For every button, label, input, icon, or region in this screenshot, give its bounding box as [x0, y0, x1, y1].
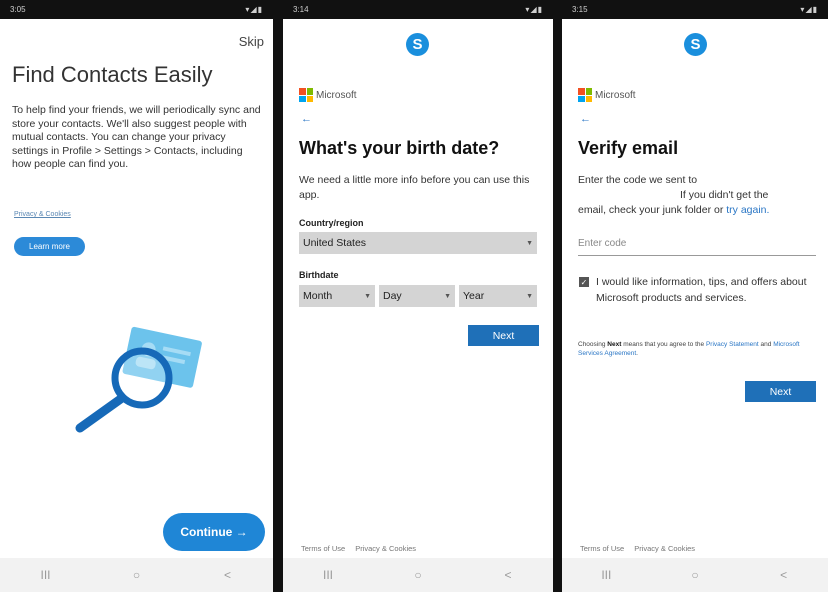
year-value: Year: [463, 290, 485, 302]
marketing-checkbox-label: I would like information, tips, and offe…: [596, 276, 807, 304]
note-end: .: [636, 350, 638, 357]
description-text: To help find your friends, we will perio…: [12, 104, 261, 170]
microsoft-logo-icon: [578, 88, 592, 102]
dropdown-caret-icon: ▼: [526, 239, 533, 247]
android-nav-bar: III ○ <: [0, 558, 273, 592]
recent-apps-button[interactable]: III: [308, 568, 348, 582]
terms-link[interactable]: Terms of Use: [580, 544, 624, 553]
next-button[interactable]: Next: [745, 381, 816, 402]
back-arrow-icon[interactable]: ←: [301, 113, 312, 125]
privacy-statement-link[interactable]: Privacy Statement: [706, 341, 759, 348]
instruction-line-3: email, check your junk folder or try aga…: [578, 203, 818, 218]
status-icons: ▾◢▮: [525, 5, 543, 14]
android-nav-bar: III ○ <: [283, 558, 553, 592]
page-title: What's your birth date?: [299, 138, 500, 158]
recent-apps-button[interactable]: III: [586, 568, 626, 582]
try-again-link[interactable]: try again.: [726, 204, 769, 216]
month-value: Month: [303, 290, 333, 302]
note-and: and: [760, 341, 772, 348]
agreement-note: Choosing Next means that you agree to th…: [578, 340, 818, 358]
verify-instructions: Enter the code we sent to If you didn't …: [578, 173, 818, 218]
back-arrow-icon[interactable]: ←: [580, 113, 591, 125]
microsoft-logo-icon: [299, 88, 313, 102]
instruction-line-1: Enter the code we sent to: [578, 174, 698, 186]
footer-links: Terms of Use Privacy & Cookies: [301, 544, 416, 553]
privacy-link[interactable]: Privacy & Cookies: [355, 544, 416, 553]
footer-links: Terms of Use Privacy & Cookies: [580, 544, 695, 553]
brand-name: Microsoft: [316, 89, 357, 101]
day-select[interactable]: Day ▼: [379, 285, 455, 307]
status-time: 3:15: [572, 5, 588, 14]
country-value: United States: [303, 237, 367, 249]
microsoft-brand: Microsoft: [578, 88, 636, 102]
continue-button[interactable]: Continue →: [163, 513, 265, 551]
terms-link[interactable]: Terms of Use: [301, 544, 345, 553]
recent-apps-button[interactable]: III: [26, 568, 66, 582]
find-contacts-screen: 3:05 ▾◢▮ Skip Find Contacts Easily To he…: [0, 0, 273, 592]
back-button[interactable]: <: [208, 568, 248, 582]
android-nav-bar: III ○ <: [562, 558, 828, 592]
instruction-line-3-text: email, check your junk folder or: [578, 204, 724, 216]
status-time: 3:14: [293, 5, 309, 14]
note-mid: means that you agree to the: [623, 341, 705, 348]
verify-email-screen: 3:15 ▾◢▮ S Microsoft ← Verify email Ente…: [562, 0, 828, 592]
home-button[interactable]: ○: [675, 568, 715, 582]
note-next: Next: [607, 341, 622, 348]
divider: [553, 0, 562, 592]
status-bar: 3:14 ▾◢▮: [283, 0, 553, 19]
page-title: Verify email: [578, 138, 679, 158]
skype-icon: S: [684, 33, 707, 56]
status-time: 3:05: [10, 5, 26, 14]
year-select[interactable]: Year ▼: [459, 285, 537, 307]
day-value: Day: [383, 290, 402, 302]
dropdown-caret-icon: ▼: [364, 292, 371, 300]
status-icons: ▾◢▮: [800, 5, 818, 14]
divider: [273, 0, 283, 592]
next-button[interactable]: Next: [468, 325, 539, 346]
brand-name: Microsoft: [595, 89, 636, 101]
microsoft-brand: Microsoft: [299, 88, 357, 102]
page-title: Find Contacts Easily: [12, 62, 213, 87]
home-button[interactable]: ○: [117, 568, 157, 582]
learn-more-button[interactable]: Learn more: [14, 237, 85, 256]
home-button[interactable]: ○: [398, 568, 438, 582]
dropdown-caret-icon: ▼: [444, 292, 451, 300]
dropdown-caret-icon: ▼: [526, 292, 533, 300]
status-bar: 3:15 ▾◢▮: [562, 0, 828, 19]
code-input[interactable]: Enter code: [578, 232, 816, 256]
skip-button[interactable]: Skip: [239, 34, 264, 49]
contacts-illustration: [70, 318, 210, 443]
birth-date-screen: 3:14 ▾◢▮ S Microsoft ← What's your birth…: [283, 0, 553, 592]
intro-text: We need a little more info before you ca…: [299, 174, 530, 201]
country-label: Country/region: [299, 218, 364, 228]
privacy-link[interactable]: Privacy & Cookies: [634, 544, 695, 553]
marketing-checkbox[interactable]: ✓: [579, 277, 589, 287]
status-icons: ▾◢▮: [245, 5, 263, 14]
magnifier-card-icon: [75, 326, 202, 433]
status-bar: 3:05 ▾◢▮: [0, 0, 273, 19]
instruction-line-2: If you didn't get the: [680, 189, 769, 201]
back-button[interactable]: <: [488, 568, 528, 582]
month-select[interactable]: Month ▼: [299, 285, 375, 307]
code-placeholder: Enter code: [578, 238, 627, 249]
skype-icon: S: [406, 33, 429, 56]
privacy-cookies-link[interactable]: Privacy & Cookies: [14, 211, 71, 218]
birthdate-label: Birthdate: [299, 270, 339, 280]
note-prefix: Choosing: [578, 341, 606, 348]
back-button[interactable]: <: [764, 568, 804, 582]
country-select[interactable]: United States ▼: [299, 232, 537, 254]
